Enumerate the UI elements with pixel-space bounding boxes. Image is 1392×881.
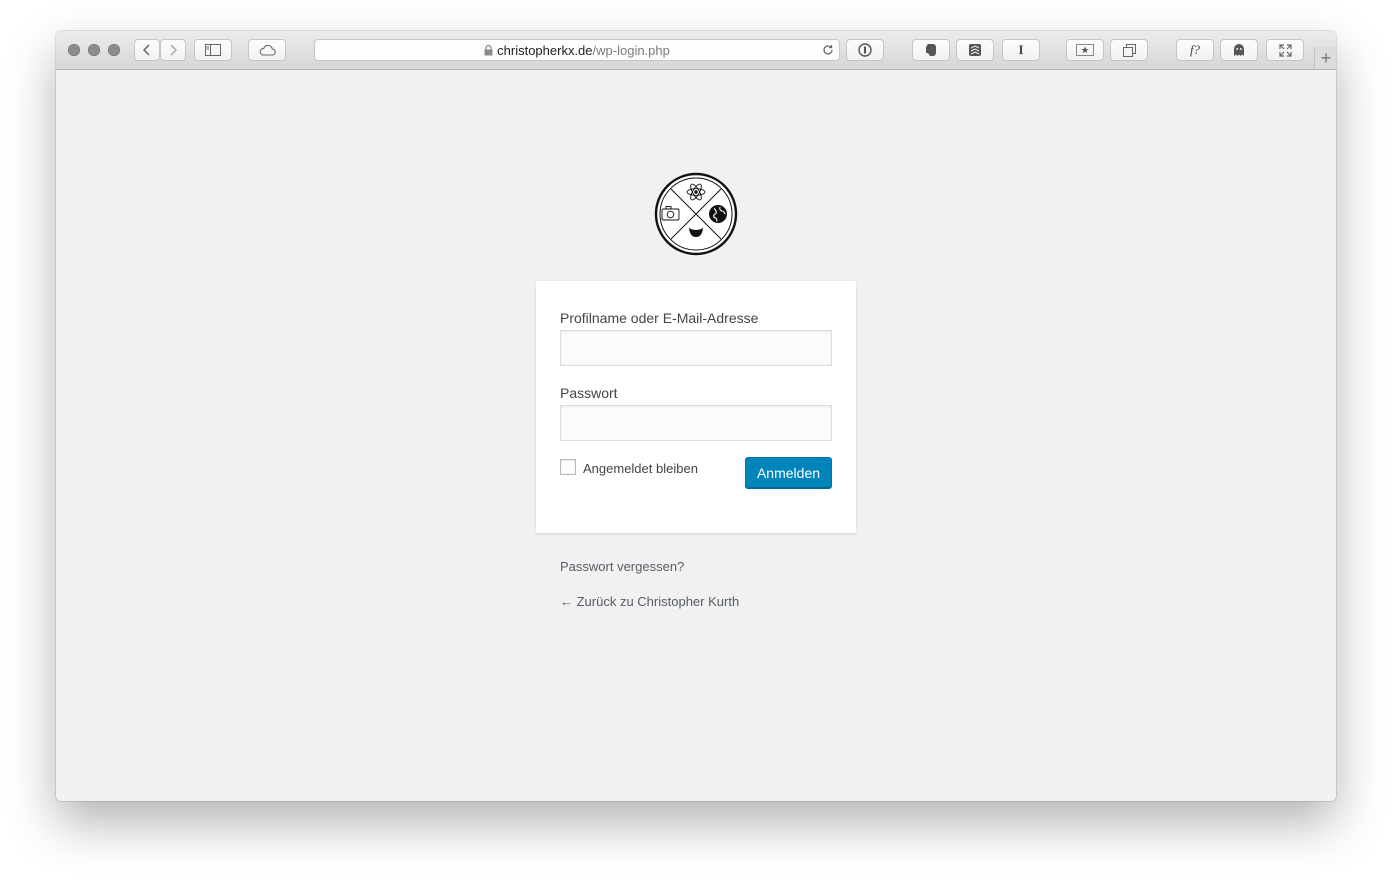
forward-icon	[170, 44, 177, 56]
icloud-tabs-button[interactable]	[248, 39, 286, 61]
password-field[interactable]	[560, 405, 832, 441]
url-domain: christopherkx.de	[497, 43, 593, 58]
onepassword-button[interactable]	[846, 39, 884, 61]
back-icon	[143, 44, 150, 56]
minimize-window-button[interactable]	[88, 44, 100, 56]
tabs-button[interactable]	[1110, 39, 1148, 61]
username-label: Profilname oder E-Mail-Adresse	[560, 310, 759, 326]
url-text: christopherkx.de/wp-login.php	[315, 43, 839, 58]
globe-icon	[709, 205, 727, 223]
sidebar-button[interactable]	[194, 39, 232, 61]
reload-icon[interactable]	[822, 44, 834, 56]
instapaper-button[interactable]: I	[1002, 39, 1040, 61]
bookmark-star-icon	[1076, 44, 1094, 56]
browser-window: christopherkx.de/wp-login.php I f? + Pro…	[56, 31, 1336, 801]
fullscreen-button[interactable]	[1266, 39, 1304, 61]
evernote-button[interactable]	[912, 39, 950, 61]
browser-toolbar: christopherkx.de/wp-login.php I f? +	[56, 31, 1336, 70]
fullscreen-icon	[1278, 43, 1292, 57]
lost-password-link[interactable]: Passwort vergessen?	[560, 559, 684, 574]
back-button[interactable]	[134, 39, 160, 61]
url-path: /wp-login.php	[592, 43, 670, 58]
back-to-site-link[interactable]: ← Zurück zu Christopher Kurth	[560, 594, 739, 609]
buffer-icon	[969, 44, 981, 56]
new-tab-button[interactable]: +	[1314, 47, 1336, 69]
ghostery-icon	[1234, 44, 1244, 56]
buffer-button[interactable]	[956, 39, 994, 61]
username-field[interactable]	[560, 330, 832, 366]
cloud-icon	[259, 44, 276, 56]
onepassword-icon	[858, 43, 872, 57]
remember-me-label[interactable]: Angemeldet bleiben	[583, 461, 698, 476]
close-window-button[interactable]	[68, 44, 80, 56]
lock-icon	[484, 44, 493, 56]
address-bar[interactable]: christopherkx.de/wp-login.php	[314, 39, 840, 61]
bookmark-button[interactable]	[1066, 39, 1104, 61]
remember-me-checkbox[interactable]	[560, 459, 576, 475]
login-submit-button[interactable]: Anmelden	[745, 457, 832, 488]
password-label: Passwort	[560, 385, 618, 401]
sidebar-icon	[205, 44, 221, 56]
whatfont-button[interactable]: f?	[1176, 39, 1214, 61]
zoom-window-button[interactable]	[108, 44, 120, 56]
tabs-icon	[1122, 43, 1136, 57]
evernote-icon	[926, 44, 936, 56]
login-form: Profilname oder E-Mail-Adresse Passwort …	[536, 281, 856, 533]
site-logo-icon[interactable]	[654, 172, 738, 256]
ghostery-button[interactable]	[1220, 39, 1258, 61]
forward-button[interactable]	[160, 39, 186, 61]
